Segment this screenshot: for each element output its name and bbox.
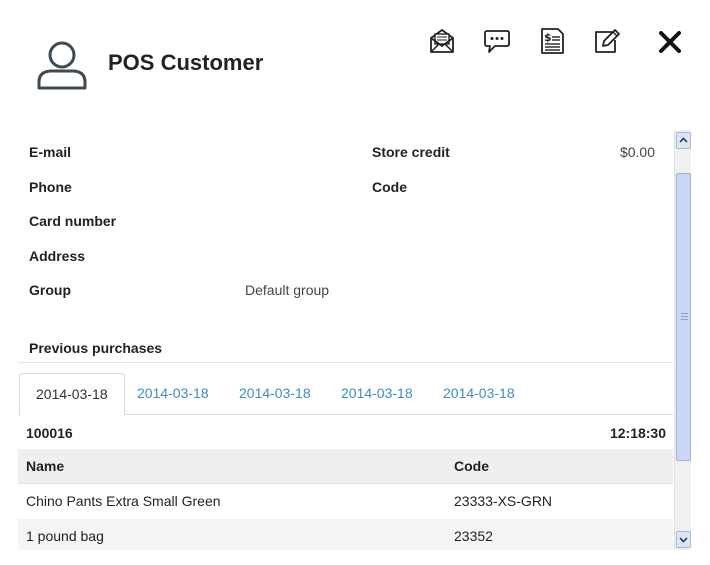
column-header-name: Name	[26, 458, 65, 474]
tab-purchase-3[interactable]: 2014-03-18	[223, 373, 327, 415]
scroll-up-button[interactable]	[676, 132, 691, 149]
card-number-label: Card number	[29, 213, 117, 229]
purchase-date-tabs: 2014-03-18 2014-03-18 2014-03-18 2014-03…	[18, 373, 673, 416]
vertical-scrollbar[interactable]	[674, 130, 691, 550]
close-icon[interactable]	[656, 28, 684, 56]
tab-purchase-5[interactable]: 2014-03-18	[427, 373, 531, 415]
modal-header: POS Customer $	[0, 0, 710, 120]
address-label: Address	[29, 248, 86, 264]
tab-purchase-2[interactable]: 2014-03-18	[121, 373, 225, 415]
item-name: Chino Pants Extra Small Green	[26, 493, 221, 509]
store-credit-label: Store credit	[372, 144, 450, 160]
chevron-down-icon	[679, 537, 688, 543]
invoice-icon[interactable]: $	[538, 27, 566, 55]
order-time: 12:18:30	[609, 425, 666, 441]
scroll-down-button[interactable]	[676, 531, 691, 548]
tab-purchase-1[interactable]: 2014-03-18	[19, 373, 125, 416]
message-icon[interactable]	[483, 27, 511, 55]
group-value: Default group	[245, 282, 330, 298]
section-divider	[18, 362, 673, 363]
phone-label: Phone	[29, 179, 72, 195]
code-label: Code	[372, 179, 407, 195]
store-credit-value: $0.00	[619, 144, 655, 160]
email-label: E-mail	[29, 144, 72, 160]
chevron-up-icon	[679, 137, 688, 143]
customer-details-panel: E-mail Phone Card number Address Group D…	[0, 130, 674, 550]
column-header-code: Code	[454, 458, 489, 474]
table-header: Name Code	[18, 449, 673, 484]
item-code: 23333-XS-GRN	[454, 493, 553, 509]
order-id: 100016	[26, 425, 73, 441]
grip-line	[681, 319, 688, 320]
table-row: Chino Pants Extra Small Green 23333-XS-G…	[18, 484, 673, 519]
scroll-thumb[interactable]	[676, 173, 691, 461]
previous-purchases-label: Previous purchases	[29, 340, 163, 356]
grip-line	[681, 316, 688, 317]
avatar-icon	[37, 41, 87, 90]
svg-text:$: $	[544, 31, 552, 44]
purchase-items-table: Name Code Chino Pants Extra Small Green …	[18, 449, 673, 550]
group-label: Group	[29, 282, 71, 298]
page-title: POS Customer	[108, 50, 264, 75]
table-row: 1 pound bag 23352	[18, 519, 673, 550]
email-icon[interactable]	[428, 27, 456, 55]
item-code: 23352	[454, 528, 493, 544]
edit-icon[interactable]	[593, 27, 621, 55]
tab-purchase-4[interactable]: 2014-03-18	[325, 373, 429, 415]
item-name: 1 pound bag	[26, 528, 104, 544]
grip-line	[681, 313, 688, 314]
